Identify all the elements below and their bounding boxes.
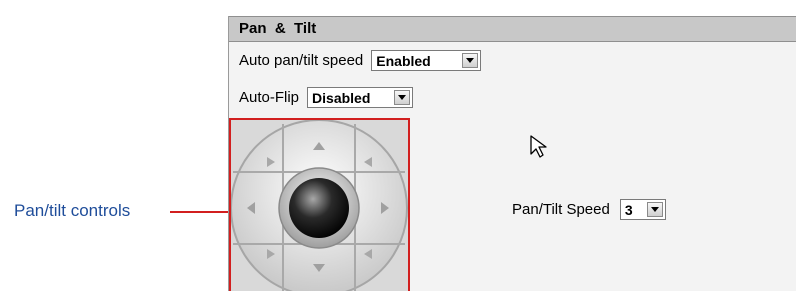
auto-speed-label: Auto pan/tilt speed (239, 52, 364, 69)
auto-speed-select[interactable]: Enabled (371, 50, 482, 71)
mouse-pointer-icon (530, 135, 547, 158)
auto-flip-row: Auto-Flip Disabled (239, 87, 414, 108)
auto-flip-label: Auto-Flip (239, 89, 300, 106)
auto-speed-row: Auto pan/tilt speed Enabled (239, 50, 482, 71)
speed-value: 3 (624, 201, 633, 218)
speed-select[interactable]: 3 (619, 199, 666, 220)
pan-tilt-pad[interactable] (230, 119, 408, 296)
callout-leader-line (170, 211, 228, 213)
callout-label: Pan/tilt controls (14, 201, 131, 220)
auto-speed-value: Enabled (376, 52, 431, 69)
speed-row: Pan/Tilt Speed 3 (512, 199, 666, 220)
home-knob-icon[interactable] (289, 178, 349, 238)
pan-tilt-panel: Pan & Tilt Auto pan/tilt speed Enabled A… (228, 16, 796, 296)
chevron-down-icon[interactable] (462, 53, 479, 68)
auto-flip-select[interactable]: Disabled (307, 87, 414, 108)
chevron-down-icon[interactable] (394, 90, 411, 105)
auto-flip-value: Disabled (312, 89, 371, 106)
chevron-down-icon[interactable] (646, 202, 663, 217)
pan-tilt-pad-frame (229, 118, 410, 296)
speed-label: Pan/Tilt Speed (512, 201, 610, 218)
panel-header: Pan & Tilt (229, 16, 796, 42)
